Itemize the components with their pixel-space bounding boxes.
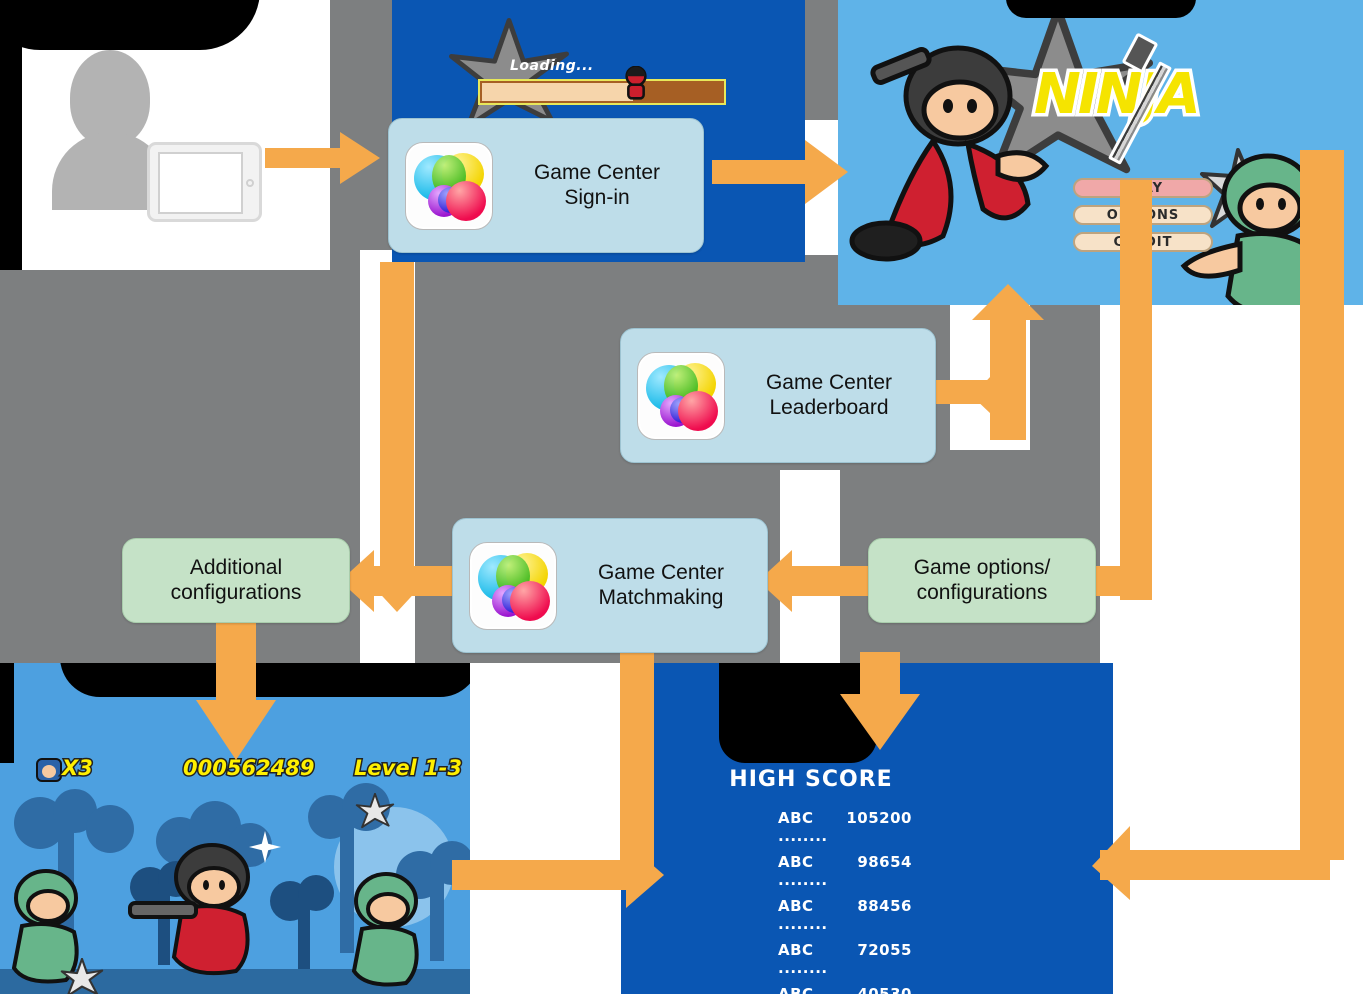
red-ninja-player <box>128 843 250 976</box>
node-label: Game Center Sign-in <box>533 160 661 209</box>
diagram-canvas: Loading... NINJA PLAY OPTIONS CREDIT X3 … <box>0 0 1363 994</box>
high-score-row: ABC ........ 98654 <box>621 853 1001 889</box>
high-score-name: ABC ........ <box>778 941 828 977</box>
lives-count: X3 <box>61 755 95 782</box>
arrow-gameopt-to-match <box>790 566 868 596</box>
screenshot-high-score: HIGH SCORE ABC ........ 105200 ABC .......… <box>621 663 1113 994</box>
gameplay-hud: X3 000562489 Level 1-3 <box>0 755 470 784</box>
high-score-list: ABC ........ 105200 ABC ........ 98654 ABC .… <box>621 809 1001 994</box>
arrow-leaderboard-right <box>936 380 1000 404</box>
shuriken-icon <box>355 793 395 829</box>
high-score-row: ABC ........ 88456 <box>621 897 1001 933</box>
options-button[interactable]: OPTIONS <box>1073 205 1213 225</box>
play-button[interactable]: PLAY <box>1073 178 1213 198</box>
arrow-left-trunk <box>380 262 414 560</box>
high-score-row: ABC ........ 105200 <box>621 809 1001 845</box>
node-label: Game Center Matchmaking <box>597 560 725 609</box>
arrow-bottom-connector <box>452 860 628 890</box>
node-label: Additional configurations <box>170 555 302 604</box>
high-score-row: ABC ........ 40530 <box>621 985 1001 994</box>
level-label: Level 1-3 <box>352 755 463 782</box>
game-center-icon <box>637 351 725 440</box>
high-score-name: ABC ........ <box>778 985 814 994</box>
node-label: Game options/ configurations <box>913 555 1051 604</box>
node-additional-configurations[interactable]: Additional configurations <box>122 538 350 623</box>
score-value: 000562489 <box>182 755 317 782</box>
loading-status: Loading... <box>510 58 594 74</box>
node-game-center-leaderboard[interactable]: Game Center Leaderboard <box>620 328 936 463</box>
arrow-match-to-addcfg <box>370 566 452 596</box>
high-score-value: 72055 <box>857 941 912 959</box>
title-menu: PLAY OPTIONS CREDIT <box>1073 178 1213 259</box>
high-score-value: 40530 <box>857 985 912 994</box>
node-game-center-matchmaking[interactable]: Game Center Matchmaking <box>452 518 768 653</box>
high-score-value: 88456 <box>857 897 912 915</box>
high-score-value: 98654 <box>857 853 912 871</box>
tablet-icon <box>147 142 262 222</box>
node-game-options-configurations[interactable]: Game options/ configurations <box>868 538 1096 623</box>
high-score-name: ABC ........ <box>778 897 828 933</box>
game-title: NINJA <box>1031 59 1205 131</box>
sparkle-icon <box>249 831 281 863</box>
shuriken-icon <box>60 958 104 994</box>
game-center-icon <box>469 541 557 630</box>
loading-progress-bar <box>478 79 726 105</box>
arrow-up-to-title <box>972 284 1044 440</box>
runner-avatar-icon <box>625 66 647 100</box>
high-score-name: ABC ........ <box>778 809 828 845</box>
node-game-center-signin[interactable]: Game Center Sign-in <box>388 118 704 253</box>
screenshot-title-screen: NINJA PLAY OPTIONS CREDIT <box>838 0 1363 305</box>
arrow-into-gameopt-right <box>1096 566 1135 596</box>
screenshot-user-device <box>0 0 330 270</box>
credit-button[interactable]: CREDIT <box>1073 232 1213 252</box>
screenshot-gameplay: X3 000562489 Level 1-3 <box>0 663 470 994</box>
game-center-icon <box>405 141 493 230</box>
arrow-head-leaderboard-left <box>972 356 1010 432</box>
high-score-row: ABC ........ 72055 <box>621 941 1001 977</box>
node-label: Game Center Leaderboard <box>765 370 893 419</box>
high-score-heading: HIGH SCORE <box>729 767 893 792</box>
arrow-right-trunk-to-left <box>1100 850 1330 880</box>
high-score-value: 105200 <box>846 809 912 827</box>
high-score-name: ABC ........ <box>778 853 828 889</box>
arrow-head-left-trunk-down <box>360 540 434 612</box>
green-ninja-enemy <box>351 872 419 987</box>
